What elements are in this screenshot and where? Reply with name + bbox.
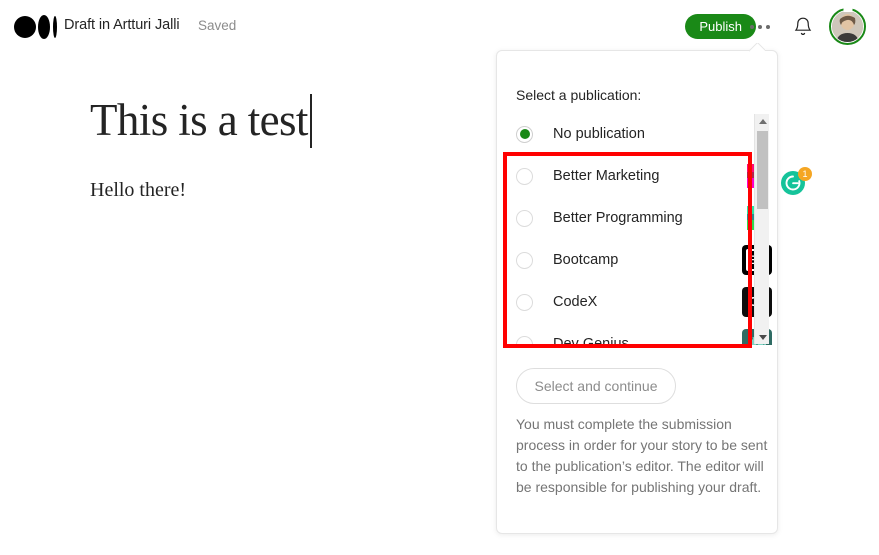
ellipsis-dot-3 — [766, 25, 770, 29]
logo-circle-large — [14, 16, 36, 38]
popover-prompt: Select a publication: — [516, 87, 642, 103]
bell-icon[interactable] — [791, 14, 815, 40]
avatar-progress-ring — [829, 8, 866, 45]
publication-row[interactable]: Dev Genius — [498, 323, 772, 345]
publication-name: Dev Genius — [553, 336, 629, 345]
publication-radio[interactable] — [516, 251, 533, 269]
publication-radio[interactable] — [516, 293, 533, 311]
publish-button[interactable]: Publish — [685, 14, 756, 39]
medium-logo-icon[interactable] — [14, 14, 58, 40]
publication-radio[interactable] — [516, 167, 533, 185]
article-title-text: This is a test — [90, 95, 308, 145]
avatar[interactable] — [829, 8, 866, 45]
draft-title[interactable]: Draft in Artturi Jalli — [64, 17, 180, 33]
scrollbar-thumb[interactable] — [757, 131, 768, 209]
publication-list: No publication Better Marketing Better Pro… — [498, 113, 772, 345]
scroll-up-arrow-icon[interactable] — [755, 114, 770, 128]
publication-row[interactable]: Better Programming — [498, 197, 772, 239]
grammarly-icon[interactable]: 1 — [781, 167, 812, 197]
publication-popover: Select a publication: No publication Bett… — [496, 50, 778, 534]
publication-row[interactable]: BootcampBC — [498, 239, 772, 281]
article-canvas: This is a test Hello there! — [90, 92, 470, 205]
publication-name: CodeX — [553, 294, 598, 310]
saved-status: Saved — [198, 18, 237, 33]
app-header: Draft in Artturi Jalli Saved Publish — [0, 0, 879, 54]
publication-scrollbar[interactable] — [754, 114, 769, 344]
publication-radio[interactable] — [516, 125, 533, 143]
ellipsis-icon[interactable] — [749, 18, 771, 36]
popover-caret-icon — [749, 43, 765, 52]
publication-name: No publication — [553, 126, 645, 142]
ellipsis-dot-2 — [758, 25, 762, 29]
publication-row[interactable]: No publication — [498, 113, 760, 155]
publication-row[interactable]: Better Marketing — [498, 155, 772, 197]
publication-name: Better Marketing — [553, 168, 660, 184]
scroll-down-triangle — [758, 334, 767, 340]
publication-radio[interactable] — [516, 335, 533, 345]
scroll-up-triangle — [758, 118, 767, 124]
text-cursor — [310, 94, 312, 148]
logo-ellipse-small — [53, 16, 57, 38]
select-and-continue-button[interactable]: Select and continue — [516, 368, 676, 404]
grammarly-badge-count: 1 — [798, 167, 812, 181]
publication-radio[interactable] — [516, 209, 533, 227]
article-body-input[interactable]: Hello there! — [90, 175, 470, 205]
publication-name: Bootcamp — [553, 252, 619, 268]
logo-ellipse-medium — [38, 15, 50, 39]
scroll-down-arrow-icon[interactable] — [755, 330, 770, 344]
publication-row[interactable]: CodeXCX — [498, 281, 772, 323]
medium-editor-screen: Draft in Artturi Jalli Saved Publish Thi… — [0, 0, 879, 555]
submission-help-text: You must complete the submission process… — [516, 416, 768, 495]
article-title-input[interactable]: This is a test — [90, 92, 312, 148]
publication-name: Better Programming — [553, 210, 683, 226]
ellipsis-dot-1 — [750, 25, 754, 29]
publication-scroll-area[interactable]: No publication Better Marketing Better Pro… — [498, 113, 778, 345]
